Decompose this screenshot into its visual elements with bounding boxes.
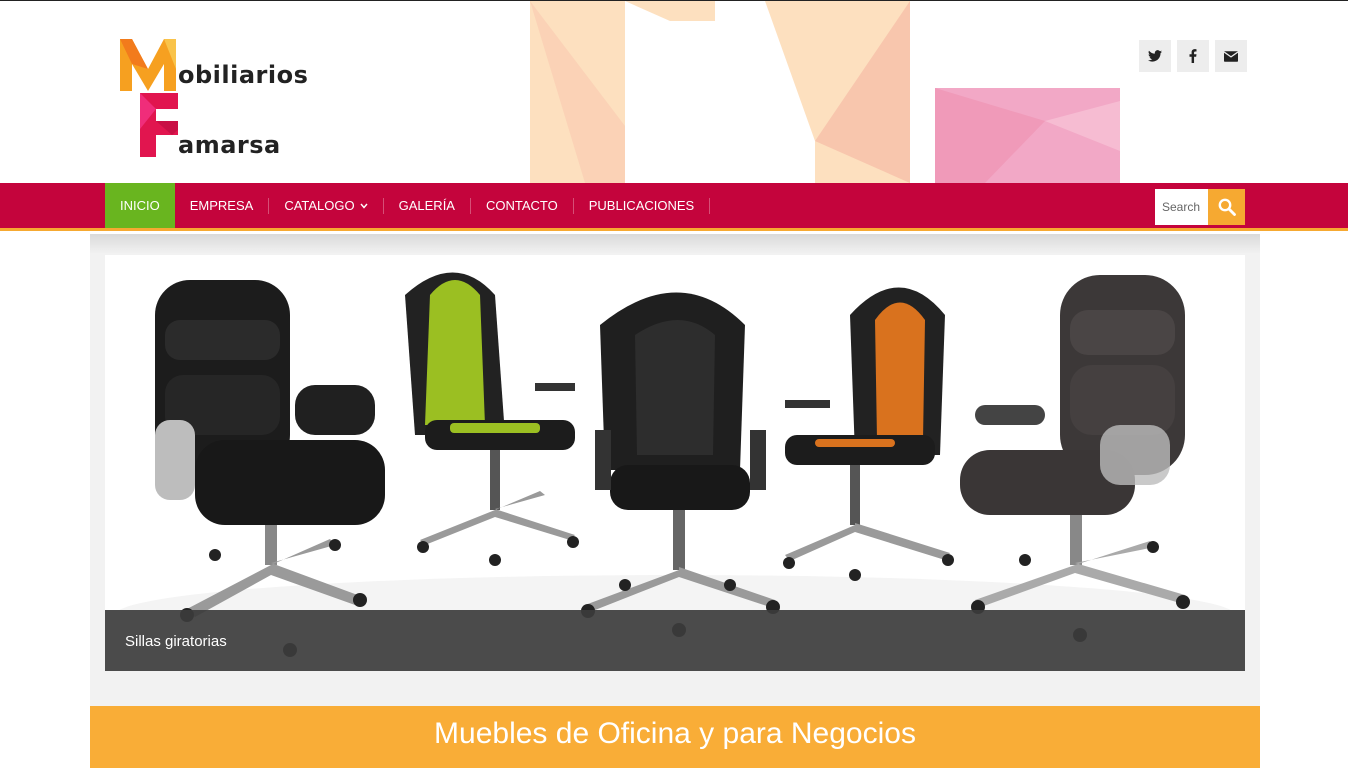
office-chairs-image [105,255,1245,671]
search-form [1155,189,1245,225]
main-navigation: INICIO EMPRESA CATALOGO GALERÍA CONTACTO… [0,183,1348,231]
logo-text-line2: amarsa [178,131,281,159]
nav-item-label: CATALOGO [284,198,355,213]
nav-item-label: CONTACTO [485,198,558,213]
nav-item-label: EMPRESA [189,198,254,213]
image-slider[interactable]: Sillas giratorias [105,255,1245,671]
logo-mark-icon [120,39,178,157]
email-icon[interactable] [1215,40,1247,72]
chevron-down-icon [360,201,368,211]
nav-menu: INICIO EMPRESA CATALOGO GALERÍA CONTACTO… [105,183,711,228]
nav-separator [709,197,711,214]
nav-item-catalogo[interactable]: CATALOGO [269,183,382,228]
search-button[interactable] [1208,189,1245,225]
header-decoration [530,1,1120,183]
facebook-icon[interactable] [1177,40,1209,72]
search-icon [1218,198,1236,216]
site-header: obiliarios amarsa [0,1,1348,183]
site-logo[interactable]: obiliarios amarsa [118,39,318,159]
search-input[interactable] [1155,189,1208,225]
nav-shadow [90,234,1260,254]
nav-item-publicaciones[interactable]: PUBLICACIONES [574,183,709,228]
twitter-icon[interactable] [1139,40,1171,72]
slider-caption: Sillas giratorias [105,610,1245,671]
section-banner: Muebles de Oficina y para Negocios [90,706,1260,768]
nav-item-empresa[interactable]: EMPRESA [175,183,269,228]
nav-item-label: GALERÍA [398,198,455,213]
logo-text-line1: obiliarios [178,61,309,89]
nav-item-label: INICIO [120,198,160,213]
nav-item-inicio[interactable]: INICIO [105,183,175,228]
nav-item-contacto[interactable]: CONTACTO [471,183,573,228]
nav-item-label: PUBLICACIONES [588,198,695,213]
social-links [1139,40,1247,72]
nav-item-galeria[interactable]: GALERÍA [384,183,470,228]
